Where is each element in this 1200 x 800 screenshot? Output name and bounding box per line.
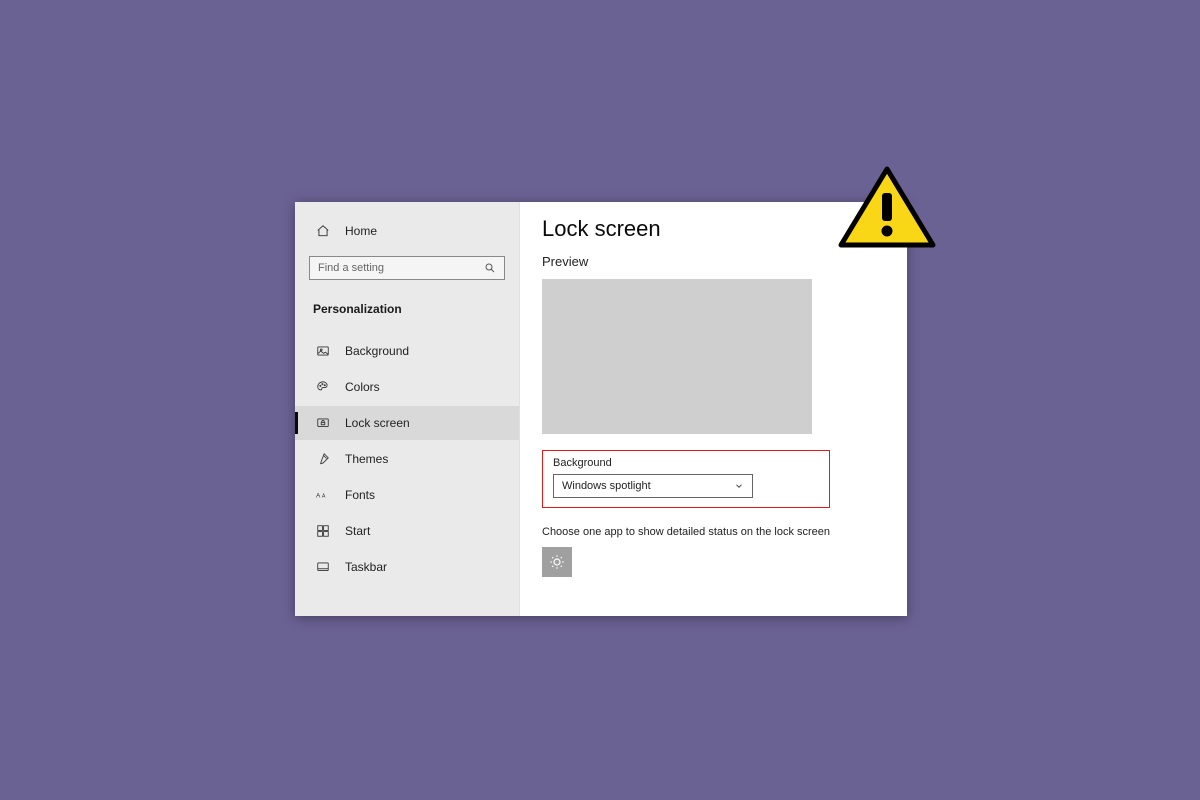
sidebar-item-background[interactable]: Background [295, 334, 519, 368]
background-dropdown[interactable]: Windows spotlight [553, 474, 753, 498]
section-title: Personalization [295, 296, 519, 334]
sidebar-item-label: Start [345, 524, 370, 538]
sidebar-item-label: Lock screen [345, 416, 410, 430]
fonts-icon: AA [315, 487, 331, 503]
sidebar-item-lock-screen[interactable]: Lock screen [295, 406, 519, 440]
search-icon [484, 262, 496, 274]
lock-screen-preview [542, 279, 812, 434]
sidebar-item-themes[interactable]: Themes [295, 442, 519, 476]
sidebar-item-colors[interactable]: Colors [295, 370, 519, 404]
home-icon [315, 223, 331, 239]
svg-text:A: A [322, 493, 326, 499]
taskbar-icon [315, 559, 331, 575]
status-app-label: Choose one app to show detailed status o… [542, 526, 879, 538]
background-icon [315, 343, 331, 359]
settings-window: Home Find a setting Personalization Back… [295, 202, 907, 616]
home-label: Home [345, 224, 377, 238]
colors-icon [315, 379, 331, 395]
svg-text:A: A [316, 492, 321, 499]
search-input[interactable]: Find a setting [309, 256, 505, 280]
weather-icon [548, 553, 566, 571]
sidebar-item-start[interactable]: Start [295, 514, 519, 548]
search-placeholder: Find a setting [318, 262, 484, 274]
preview-label: Preview [542, 254, 879, 269]
highlight-annotation: Background Windows spotlight [542, 450, 830, 508]
sidebar-item-label: Taskbar [345, 560, 387, 574]
chevron-down-icon [734, 481, 744, 491]
start-icon [315, 523, 331, 539]
page-title: Lock screen [542, 216, 879, 242]
status-app-tile[interactable] [542, 547, 572, 577]
main-content: Lock screen Preview Background Windows s… [520, 202, 907, 616]
warning-icon [837, 163, 937, 251]
sidebar-item-label: Themes [345, 452, 388, 466]
lock-screen-icon [315, 415, 331, 431]
background-label: Background [553, 457, 793, 469]
sidebar-item-label: Fonts [345, 488, 375, 502]
sidebar: Home Find a setting Personalization Back… [295, 202, 520, 616]
sidebar-item-taskbar[interactable]: Taskbar [295, 550, 519, 584]
sidebar-item-label: Colors [345, 380, 380, 394]
themes-icon [315, 451, 331, 467]
home-nav[interactable]: Home [295, 218, 519, 244]
dropdown-value: Windows spotlight [562, 480, 651, 492]
sidebar-item-label: Background [345, 344, 409, 358]
sidebar-item-fonts[interactable]: AA Fonts [295, 478, 519, 512]
